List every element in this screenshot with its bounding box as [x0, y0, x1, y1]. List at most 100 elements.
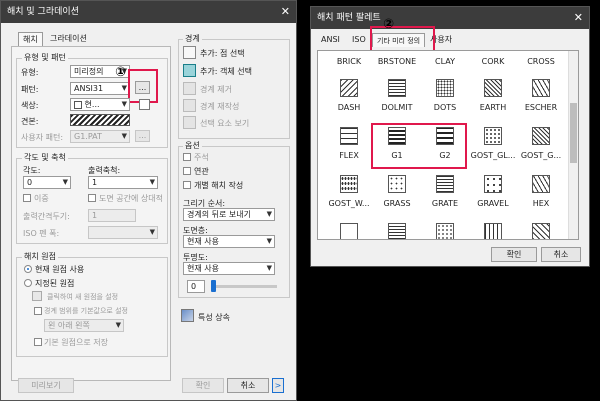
add-select-objects-icon[interactable]: [183, 64, 196, 77]
annotative-checkbox[interactable]: [183, 153, 191, 161]
ok-button[interactable]: 확인: [182, 378, 224, 393]
pattern-swatch: [532, 127, 550, 145]
pattern-item[interactable]: CROSS: [511, 57, 571, 66]
recreate-boundary-label[interactable]: 경계 재작성: [200, 101, 239, 112]
angle-select[interactable]: 0 ▼: [23, 176, 71, 189]
transparency-slider-track[interactable]: [211, 285, 277, 288]
associative-label: 연관: [194, 167, 209, 176]
origin-position-select[interactable]: 왼 아래 왼쪽 ▼: [44, 319, 124, 332]
hatch-gradient-dialog: 해치 및 그라데이션 ✕ 해치 그라데이션 유형 및 패턴 유형: 미리정의 ▼ …: [0, 0, 297, 401]
pattern-swatch: [532, 175, 550, 193]
pattern-swatch: [436, 79, 454, 97]
add-pick-points-label[interactable]: 추가: 점 선택: [200, 48, 245, 59]
chevron-down-icon: ▼: [149, 178, 155, 186]
swatch-label: 견본:: [21, 117, 39, 126]
set-origin-icon[interactable]: [32, 291, 42, 301]
view-selections-icon[interactable]: [183, 116, 196, 129]
pattern-name: ESCHER: [524, 103, 558, 112]
pattern-swatch-partial: [532, 223, 550, 239]
palette-title-bar: 해치 패턴 팔레트 ✕: [311, 7, 589, 29]
title-bar: 해치 및 그라데이션 ✕: [1, 1, 296, 23]
color-select[interactable]: 현... ▼: [70, 98, 130, 111]
swatch-preview[interactable]: [70, 114, 130, 126]
inherit-properties-icon[interactable]: [181, 309, 194, 322]
hatch-pattern-palette-dialog: 해치 패턴 팔레트 ✕ ANSI ISO 기타 미리 정의 사용자 ② BRIC…: [310, 6, 590, 267]
marker-2: ②: [383, 17, 395, 32]
pattern-swatch-partial: [484, 223, 502, 239]
chevron-down-icon: ▼: [121, 100, 127, 108]
pattern-item[interactable]: GOST_G...: [511, 127, 571, 160]
angle-scale-heading: 각도 및 축척: [22, 152, 68, 163]
specified-origin-label: 지정된 원점: [35, 279, 75, 288]
spacing-input[interactable]: 1: [88, 209, 136, 222]
default-extents-checkbox[interactable]: [34, 307, 42, 315]
transparency-number-input[interactable]: 0: [187, 280, 205, 293]
associative-checkbox[interactable]: [183, 167, 191, 175]
store-default-checkbox[interactable]: [34, 338, 42, 346]
close-icon[interactable]: ✕: [281, 1, 290, 23]
transparency-slider-thumb[interactable]: [211, 280, 216, 292]
draw-order-select[interactable]: 경계의 뒤로 보내기 ▼: [183, 208, 275, 221]
origin-position-value: 왼 아래 왼쪽: [48, 321, 90, 330]
add-select-objects-label[interactable]: 추가: 객체 선택: [200, 66, 252, 77]
remove-boundaries-label[interactable]: 경계 제거: [200, 84, 232, 95]
pattern-swatch: [484, 127, 502, 145]
palette-cancel-button[interactable]: 취소: [541, 247, 581, 262]
highlight-box-3: [371, 123, 467, 169]
chevron-down-icon: ▼: [121, 132, 127, 140]
boundaries-heading: 경계: [183, 33, 202, 44]
dialog-title: 해치 및 그라데이션: [7, 7, 79, 17]
remove-boundaries-icon[interactable]: [183, 82, 196, 95]
pattern-select[interactable]: ANSI31 ▼: [70, 82, 130, 95]
chevron-down-icon: ▼: [149, 228, 155, 236]
current-origin-radio[interactable]: [24, 265, 32, 273]
palette-ok-button[interactable]: 확인: [491, 247, 537, 262]
scrollbar-thumb[interactable]: [570, 103, 577, 163]
cancel-button[interactable]: 취소: [227, 378, 269, 393]
scale-select[interactable]: 1 ▼: [88, 176, 158, 189]
pattern-item[interactable]: HEX: [511, 175, 571, 208]
close-icon[interactable]: ✕: [574, 7, 583, 29]
pattern-swatch: [484, 175, 502, 193]
custom-pattern-select[interactable]: G1.PAT ▼: [70, 130, 130, 143]
annotative-label: 주석: [194, 153, 209, 162]
tab-iso[interactable]: ISO: [348, 33, 370, 47]
scale-value: 1: [92, 178, 98, 187]
layer-select[interactable]: 현재 사용 ▼: [183, 235, 275, 248]
custom-pattern-browse-button[interactable]: ...: [135, 130, 150, 142]
add-pick-points-icon[interactable]: [183, 46, 196, 59]
color-swatch-icon: [74, 100, 82, 109]
iso-pen-width-label: ISO 펜 폭:: [23, 229, 60, 238]
preview-button[interactable]: 미리보기: [18, 378, 74, 393]
tab-ansi[interactable]: ANSI: [317, 33, 344, 47]
scale-label: 출력축척:: [88, 166, 121, 175]
angle-label: 각도:: [23, 166, 41, 175]
view-selections-label[interactable]: 선택 요소 보기: [200, 118, 249, 129]
current-origin-label: 현재 원점 사용: [35, 265, 85, 274]
pattern-swatch: [388, 79, 406, 97]
relative-paperspace-checkbox[interactable]: [88, 194, 96, 202]
background-color-icon[interactable]: [139, 99, 150, 110]
iso-pen-width-select[interactable]: ▼: [88, 226, 158, 239]
tab-gradient[interactable]: 그라데이션: [46, 32, 91, 46]
pattern-swatch: [340, 175, 358, 193]
highlight-box-2: [370, 26, 435, 52]
chevron-down-icon: ▼: [121, 84, 127, 92]
store-default-label: 기본 원점으로 저장: [44, 338, 108, 347]
specified-origin-radio[interactable]: [24, 279, 32, 287]
pattern-item[interactable]: ESCHER: [511, 79, 571, 112]
transparency-value: 현재 사용: [187, 264, 219, 273]
double-checkbox[interactable]: [23, 194, 31, 202]
inherit-properties-label[interactable]: 특성 상속: [198, 312, 230, 323]
color-label: 색상:: [21, 101, 39, 110]
recreate-boundary-icon[interactable]: [183, 99, 196, 112]
tab-hatch[interactable]: 해치: [18, 32, 43, 46]
transparency-select[interactable]: 현재 사용 ▼: [183, 262, 275, 275]
separate-hatches-checkbox[interactable]: [183, 181, 191, 189]
chevron-down-icon: ▼: [62, 178, 68, 186]
pattern-swatch: [532, 79, 550, 97]
draw-order-value: 경계의 뒤로 보내기: [187, 210, 251, 219]
color-value: 현...: [84, 100, 100, 109]
more-options-button[interactable]: >: [272, 378, 284, 393]
pattern-swatch: [484, 79, 502, 97]
